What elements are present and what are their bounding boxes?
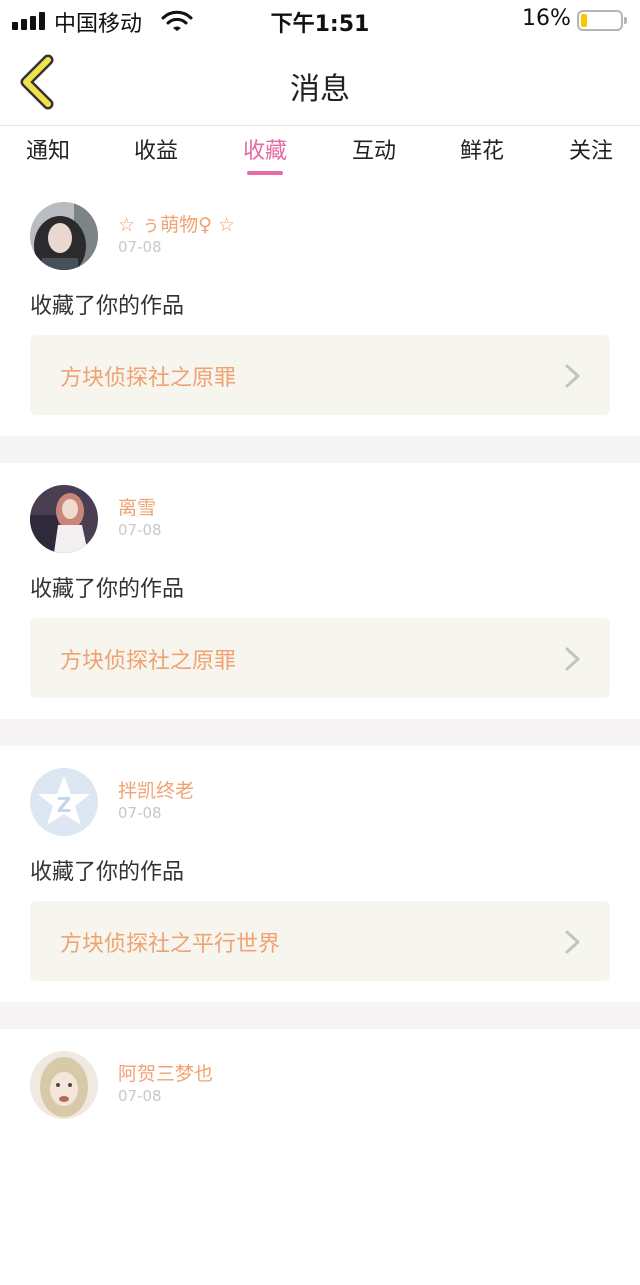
tab-bar: 通知 收益 收藏 互动 鲜花 关注 (0, 127, 640, 175)
battery-icon (577, 10, 627, 31)
action-text: 收藏了你的作品 (30, 294, 185, 319)
tab-favorites[interactable]: 收藏 (243, 133, 288, 175)
timestamp: 07-08 (118, 1087, 162, 1105)
list-item: Z 拌凯终老 07-08 收藏了你的作品 方块侦探社之平行世界 (0, 746, 640, 1002)
list-item: ☆ ぅ萌物♀ ☆ 07-08 收藏了你的作品 方块侦探社之原罪 (0, 180, 640, 436)
username[interactable]: 拌凯终老 (118, 776, 194, 803)
timestamp: 07-08 (118, 238, 162, 256)
work-title: 方块侦探社之原罪 (60, 649, 237, 674)
work-link[interactable]: 方块侦探社之原罪 (30, 618, 610, 698)
tab-flowers[interactable]: 鲜花 (460, 133, 504, 165)
timestamp: 07-08 (118, 521, 162, 539)
avatar[interactable] (30, 1051, 98, 1119)
battery-level-fill (581, 14, 587, 27)
timestamp: 07-08 (118, 804, 162, 822)
work-link[interactable]: 方块侦探社之原罪 (30, 335, 610, 415)
photo-avatar-icon (30, 485, 98, 553)
active-tab-indicator (247, 171, 283, 175)
svg-text:Z: Z (57, 793, 72, 817)
message-feed: ☆ ぅ萌物♀ ☆ 07-08 收藏了你的作品 方块侦探社之原罪 离雪 07-08… (0, 180, 640, 1285)
list-item: 离雪 07-08 收藏了你的作品 方块侦探社之原罪 (0, 463, 640, 719)
photo-avatar-icon (30, 202, 98, 270)
avatar[interactable] (30, 202, 98, 270)
avatar[interactable]: Z (30, 768, 98, 836)
tab-label: 鲜花 (460, 139, 505, 164)
username[interactable]: ☆ ぅ萌物♀ ☆ (118, 210, 235, 237)
action-text: 收藏了你的作品 (30, 577, 185, 602)
section-divider (0, 1002, 640, 1029)
list-item: 阿贺三梦也 07-08 (0, 1029, 640, 1285)
username[interactable]: 阿贺三梦也 (118, 1059, 213, 1086)
section-divider (0, 436, 640, 463)
work-title: 方块侦探社之平行世界 (60, 932, 281, 957)
tab-label: 通知 (26, 139, 71, 164)
chevron-right-icon (565, 647, 580, 671)
photo-avatar-icon (30, 1051, 98, 1119)
battery-percent: 16% (522, 6, 571, 31)
navigation-bar: 消息 (0, 40, 640, 126)
avatar[interactable] (30, 485, 98, 553)
chevron-right-icon (565, 364, 580, 388)
tab-label: 关注 (569, 139, 614, 164)
username[interactable]: 离雪 (118, 493, 156, 520)
status-bar: 中国移动 下午1:51 16% (0, 0, 640, 40)
section-divider (0, 719, 640, 746)
tab-label: 互动 (352, 139, 397, 164)
tab-notifications[interactable]: 通知 (26, 133, 70, 165)
work-title: 方块侦探社之原罪 (60, 366, 237, 391)
tab-earnings[interactable]: 收益 (134, 133, 178, 165)
action-text: 收藏了你的作品 (30, 860, 185, 885)
page-title: 消息 (290, 72, 350, 107)
tab-label: 收益 (134, 139, 179, 164)
chevron-right-icon (565, 930, 580, 954)
default-star-avatar-icon: Z (30, 768, 98, 836)
tab-interactions[interactable]: 互动 (352, 133, 396, 165)
tab-label: 收藏 (243, 139, 288, 164)
tab-follows[interactable]: 关注 (569, 133, 613, 165)
work-link[interactable]: 方块侦探社之平行世界 (30, 901, 610, 981)
